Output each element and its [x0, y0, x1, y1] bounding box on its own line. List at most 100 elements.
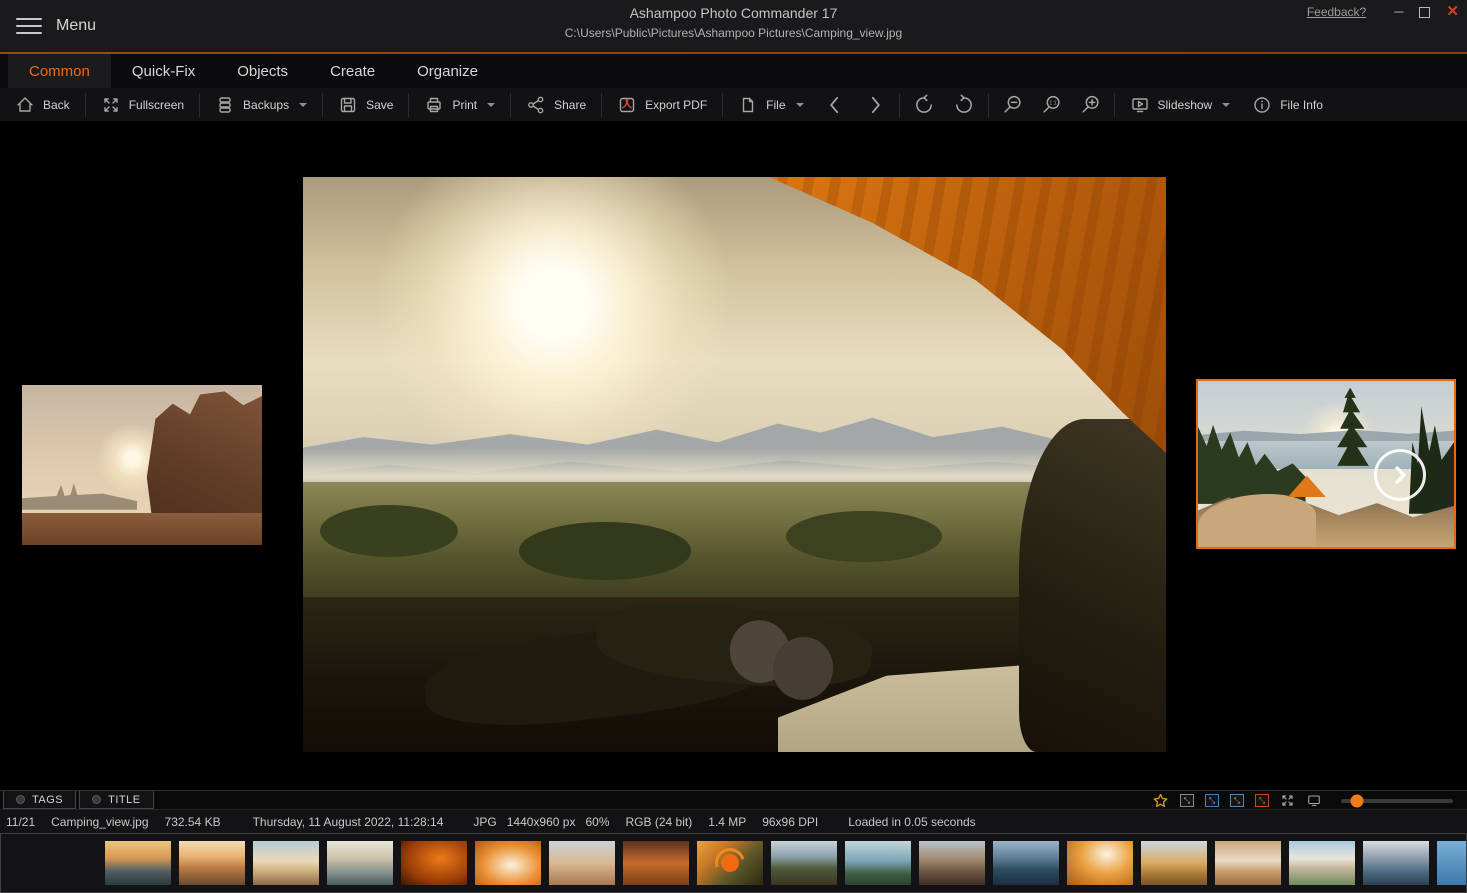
filmstrip-thumb[interactable]: [1067, 841, 1133, 885]
next-image-button[interactable]: [855, 88, 895, 121]
zoom-1-1-icon: 1:1: [1041, 94, 1062, 115]
stretch-mode-icon[interactable]: ⤡: [1255, 794, 1269, 807]
next-arrow-icon[interactable]: [1374, 449, 1426, 501]
file-path: C:\Users\Public\Pictures\Ashampoo Pictur…: [0, 25, 1467, 42]
menu-button[interactable]: Menu: [0, 0, 112, 52]
chevron-left-icon: [824, 94, 846, 116]
title-bar: Menu Ashampoo Photo Commander 17 C:\User…: [0, 0, 1467, 52]
toggle-indicator-icon: [92, 795, 101, 804]
zoom-original-button[interactable]: 1:1: [1032, 88, 1071, 121]
filmstrip-thumb[interactable]: [1289, 841, 1355, 885]
tags-toggle[interactable]: TAGS: [3, 791, 76, 809]
filmstrip-thumb[interactable]: [327, 841, 393, 885]
back-button[interactable]: Back: [4, 88, 81, 121]
print-icon: [424, 95, 444, 115]
toolbar: Back Fullscreen Backups Save Print: [0, 88, 1467, 121]
fit-to-width-mode-icon[interactable]: ⤡: [1230, 794, 1244, 807]
rotate-left-icon: [913, 94, 935, 116]
status-dpi: 96x96 DPI: [762, 815, 818, 829]
previous-image-button[interactable]: [815, 88, 855, 121]
zoom-original-mode-icon[interactable]: ⤡: [1180, 794, 1194, 807]
title-label: TITLE: [108, 794, 140, 806]
feedback-link[interactable]: Feedback?: [1307, 5, 1366, 19]
save-label: Save: [366, 98, 393, 112]
zoom-in-button[interactable]: [1071, 88, 1110, 121]
rotate-right-button[interactable]: [944, 88, 984, 121]
print-label: Print: [452, 98, 477, 112]
filmstrip-thumb[interactable]: [401, 841, 467, 885]
print-button[interactable]: Print: [413, 88, 506, 121]
file-button[interactable]: File: [727, 88, 814, 121]
export-pdf-button[interactable]: Export PDF: [606, 88, 718, 121]
filmstrip-thumb[interactable]: [1437, 841, 1467, 885]
backups-button[interactable]: Backups: [204, 88, 318, 121]
photo-sun: [355, 177, 752, 453]
fullscreen-label: Fullscreen: [129, 98, 184, 112]
info-icon: [1252, 95, 1272, 115]
share-button[interactable]: Share: [515, 88, 597, 121]
filmstrip-thumb[interactable]: [105, 841, 171, 885]
toolbar-separator: [85, 93, 86, 117]
toolbar-separator: [601, 93, 602, 117]
filmstrip-thumb[interactable]: [623, 841, 689, 885]
photo-bush: [320, 505, 458, 557]
filmstrip-thumb-current[interactable]: [697, 841, 763, 885]
status-file-size: 732.54 KB: [165, 815, 221, 829]
pdf-icon: [617, 95, 637, 115]
filmstrip-thumb[interactable]: [993, 841, 1059, 885]
rotate-left-button[interactable]: [904, 88, 944, 121]
filmstrip-thumb[interactable]: [919, 841, 985, 885]
screen-icon[interactable]: [1306, 793, 1322, 808]
save-button[interactable]: Save: [327, 88, 404, 121]
file-info-button[interactable]: File Info: [1241, 88, 1334, 121]
photo-bush: [786, 511, 941, 563]
filmstrip-thumb[interactable]: [1141, 841, 1207, 885]
minimize-button[interactable]: ─: [1394, 4, 1403, 20]
maximize-button[interactable]: [1419, 7, 1430, 18]
status-color-depth: RGB (24 bit): [626, 815, 693, 829]
chevron-down-icon: [487, 103, 495, 107]
back-label: Back: [43, 98, 70, 112]
tab-organize[interactable]: Organize: [396, 54, 499, 88]
main-image-camping-view[interactable]: [303, 177, 1166, 752]
tab-objects[interactable]: Objects: [216, 54, 309, 88]
toolbar-separator: [199, 93, 200, 117]
chevron-down-icon: [299, 103, 307, 107]
app-window: Menu Ashampoo Photo Commander 17 C:\User…: [0, 0, 1467, 893]
filmstrip-thumb[interactable]: [771, 841, 837, 885]
status-date: Thursday, 11 August 2022, 11:28:14: [253, 815, 444, 829]
fullscreen-button[interactable]: Fullscreen: [90, 88, 195, 121]
close-button[interactable]: ✕: [1446, 4, 1459, 20]
next-image-preview[interactable]: [1196, 379, 1456, 549]
filmstrip-thumb[interactable]: [253, 841, 319, 885]
filmstrip-thumb[interactable]: [179, 841, 245, 885]
status-zoom: 60%: [585, 815, 609, 829]
thumbnail-size-slider[interactable]: [1341, 799, 1453, 803]
filmstrip-thumb[interactable]: [845, 841, 911, 885]
filmstrip-thumb[interactable]: [1215, 841, 1281, 885]
fullscreen-view-icon[interactable]: [1280, 793, 1295, 808]
filmstrip-thumb[interactable]: [475, 841, 541, 885]
current-image-indicator-icon: [697, 841, 763, 885]
slideshow-button[interactable]: Slideshow: [1119, 88, 1242, 121]
status-dimensions: 1440x960 px: [507, 815, 576, 829]
ribbon-tabs: Common Quick-Fix Objects Create Organize: [0, 54, 1467, 88]
view-controls: ⤡ ⤡ ⤡ ⤡: [1152, 791, 1453, 810]
rating-star-icon[interactable]: [1152, 793, 1169, 809]
title-block: Ashampoo Photo Commander 17 C:\Users\Pub…: [0, 4, 1467, 42]
slider-knob[interactable]: [1350, 794, 1363, 807]
home-icon: [15, 95, 35, 115]
tab-create[interactable]: Create: [309, 54, 396, 88]
title-toggle[interactable]: TITLE: [79, 791, 153, 809]
fullscreen-icon: [101, 95, 121, 115]
filmstrip-thumb[interactable]: [1363, 841, 1429, 885]
tags-label: TAGS: [32, 794, 63, 806]
status-load-time: Loaded in 0.05 seconds: [848, 815, 975, 829]
tab-quick-fix[interactable]: Quick-Fix: [111, 54, 216, 88]
filmstrip-thumb[interactable]: [549, 841, 615, 885]
zoom-out-button[interactable]: [993, 88, 1032, 121]
tab-common[interactable]: Common: [8, 54, 111, 88]
fit-to-window-mode-icon[interactable]: ⤡: [1205, 794, 1219, 807]
previous-image-preview[interactable]: [22, 385, 262, 545]
slideshow-icon: [1130, 95, 1150, 115]
